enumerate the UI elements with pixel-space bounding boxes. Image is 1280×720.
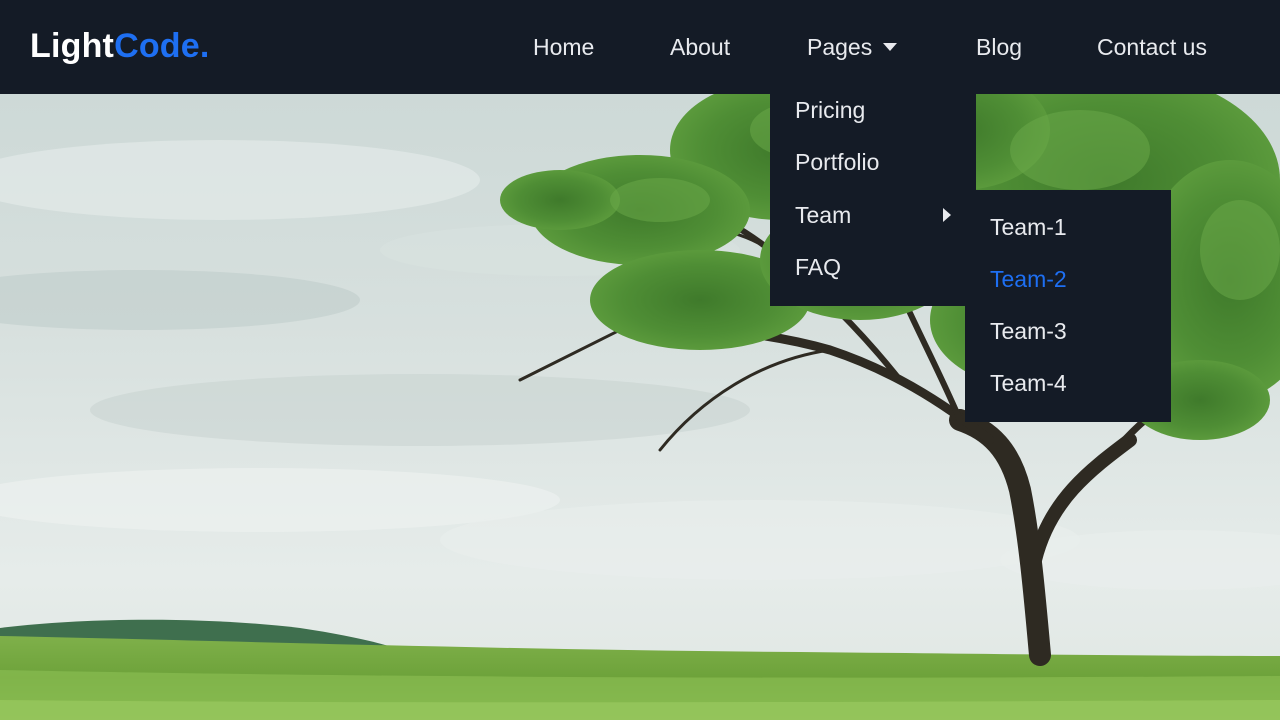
dropdown-item-team-label: Team (795, 202, 852, 228)
dropdown-item-portfolio[interactable]: Portfolio (795, 144, 879, 180)
dropdown-item-pricing[interactable]: Pricing (795, 92, 865, 128)
submenu-item-team-1[interactable]: Team-1 (990, 209, 1067, 245)
nav-link-blog[interactable]: Blog (976, 30, 1022, 64)
submenu-item-team-4[interactable]: Team-4 (990, 365, 1067, 401)
nav-link-about[interactable]: About (670, 30, 730, 64)
logo-text-code: Code. (114, 27, 210, 65)
dropdown-item-faq[interactable]: FAQ (795, 249, 841, 285)
caret-down-icon (883, 42, 898, 51)
pages-dropdown-menu: Pricing Portfolio Team FAQ (770, 94, 976, 306)
team-submenu: Team-1 Team-2 Team-3 Team-4 (965, 190, 1171, 422)
site-logo[interactable]: LightCode. (30, 26, 210, 66)
nav-link-pages[interactable]: Pages (807, 30, 898, 64)
dropdown-item-team[interactable]: Team (795, 197, 955, 233)
nav-link-pages-label: Pages (807, 34, 873, 60)
logo-text-light: Light (30, 27, 115, 65)
caret-right-icon (943, 208, 951, 222)
submenu-item-team-3[interactable]: Team-3 (990, 313, 1067, 349)
navbar: LightCode. Home About Pages Blog Contact… (0, 0, 1280, 94)
nav-link-contact[interactable]: Contact us (1097, 30, 1207, 64)
nav-link-home[interactable]: Home (533, 30, 594, 64)
submenu-item-team-2[interactable]: Team-2 (990, 261, 1067, 297)
